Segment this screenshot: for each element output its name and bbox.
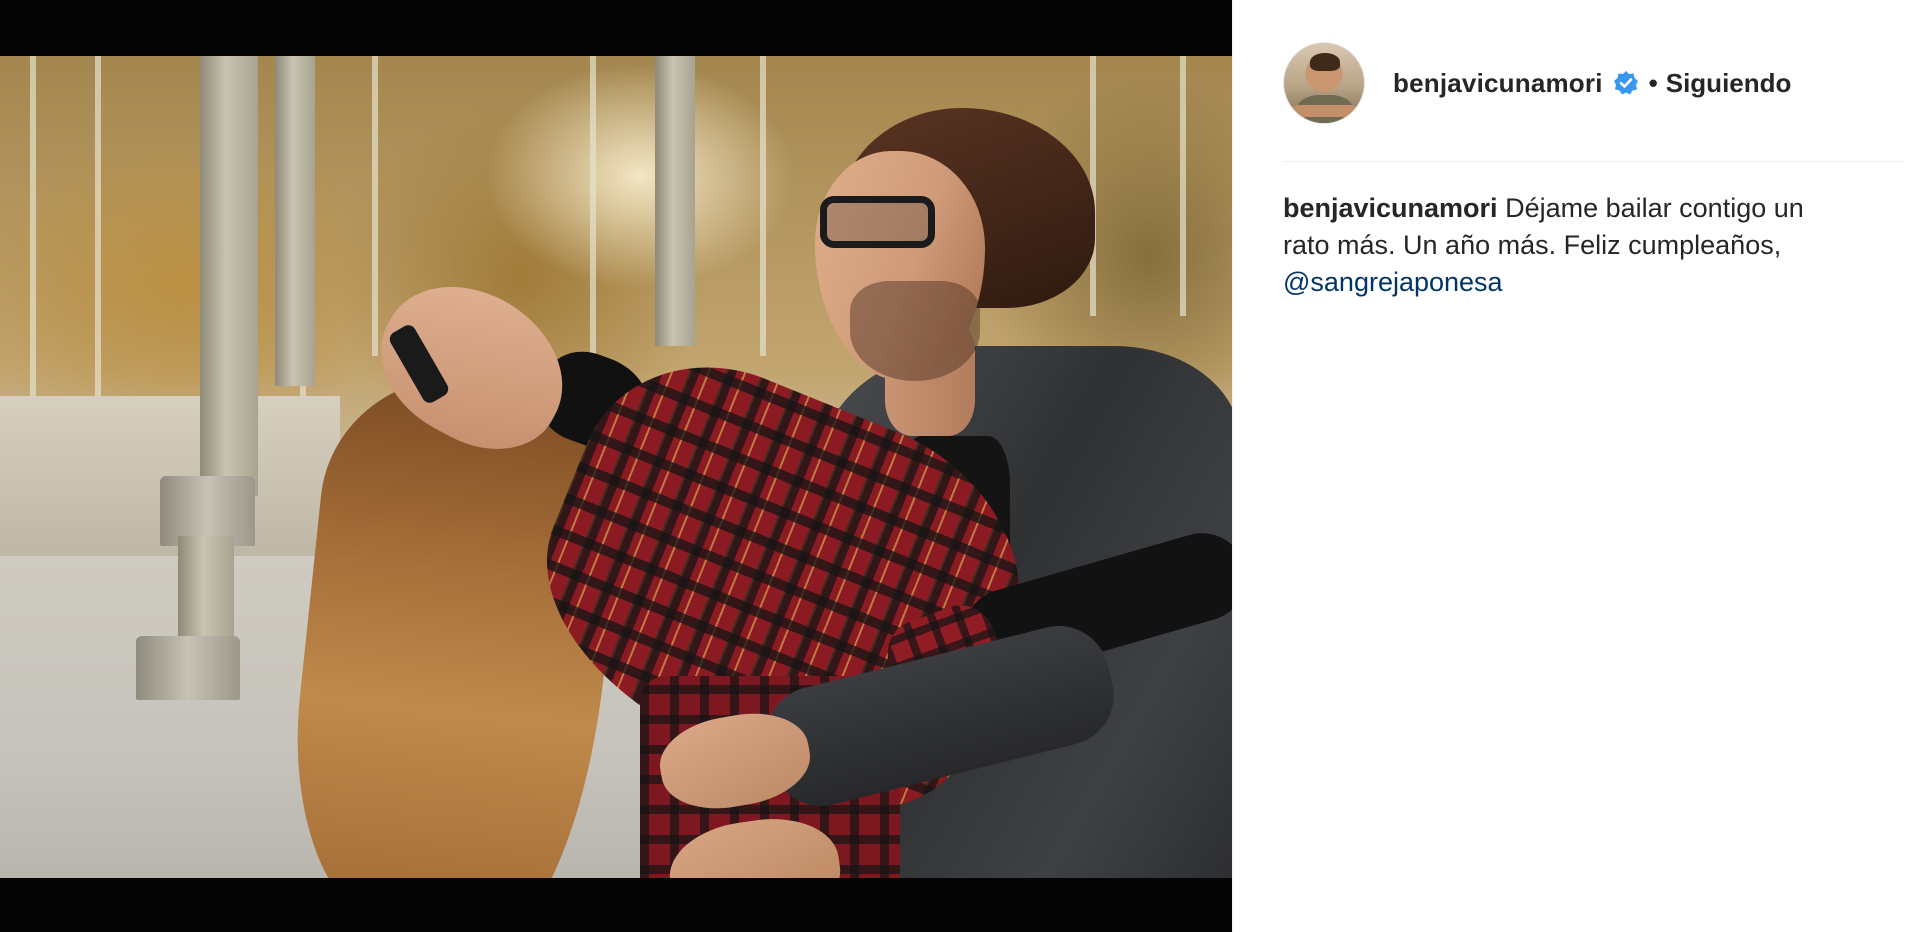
post-media[interactable] <box>0 0 1232 932</box>
post-photo[interactable] <box>0 56 1232 932</box>
following-button[interactable]: Siguiendo <box>1666 68 1792 99</box>
rail <box>1180 56 1186 316</box>
instagram-post: benjavicunamori • Siguiendo benjavicunam… <box>0 0 1920 932</box>
man-beard <box>850 281 980 381</box>
post-sidebar: benjavicunamori • Siguiendo benjavicunam… <box>1232 0 1920 932</box>
pillar <box>178 536 234 646</box>
letterbox-top <box>0 0 1232 56</box>
rail <box>590 56 596 356</box>
man-glasses <box>820 196 935 248</box>
profile-avatar[interactable] <box>1283 42 1365 124</box>
header-username[interactable]: benjavicunamori <box>1393 68 1603 99</box>
pillar-base <box>136 636 240 700</box>
avatar-hair <box>1310 53 1340 71</box>
rail <box>760 56 766 356</box>
rail <box>372 56 378 356</box>
header-divider <box>1283 161 1903 162</box>
pillar <box>275 56 315 386</box>
caption-mention-link[interactable]: @sangrejaponesa <box>1283 267 1503 297</box>
pillar <box>200 56 258 496</box>
separator-dot: • <box>1648 67 1658 98</box>
verified-badge-icon <box>1613 70 1639 96</box>
pillar <box>655 56 695 346</box>
post-caption: benjavicunamori Déjame bailar contigo un… <box>1283 190 1843 301</box>
letterbox-bottom <box>0 878 1232 932</box>
avatar-arms <box>1292 105 1358 117</box>
rail <box>95 56 101 396</box>
rail <box>30 56 36 396</box>
post-header: benjavicunamori • Siguiendo <box>1283 38 1890 128</box>
caption-username[interactable]: benjavicunamori <box>1283 193 1498 223</box>
